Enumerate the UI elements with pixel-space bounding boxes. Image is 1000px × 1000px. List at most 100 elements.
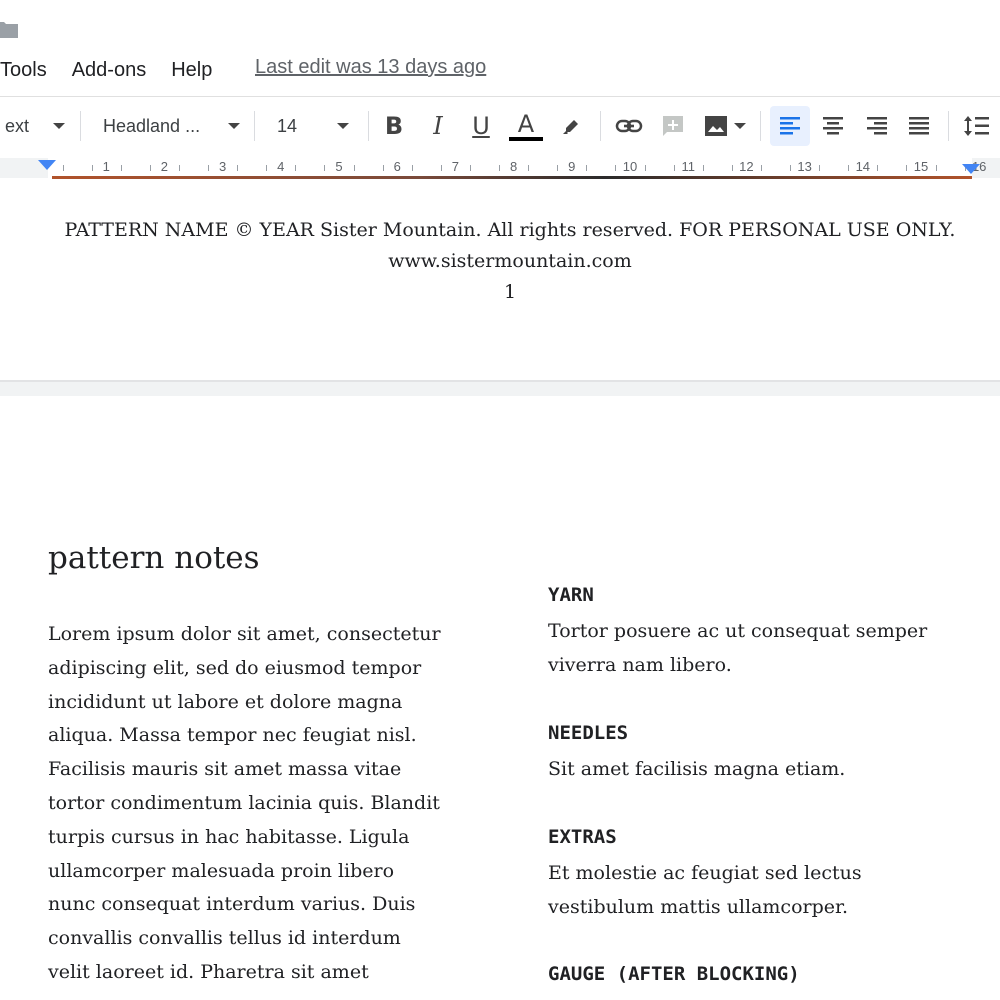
insert-image-icon [705,116,727,136]
ruler-tick [790,165,792,171]
style-select-value: ext [4,115,29,136]
menu-help[interactable]: Help [171,59,212,82]
justify-icon [909,117,929,135]
toolbar-divider [600,111,601,141]
toolbar-divider [80,111,81,141]
ruler-tick [528,165,530,171]
line-spacing-button[interactable] [960,97,994,155]
underline-button[interactable]: U [465,97,497,155]
font-size-value: 14 [277,115,298,136]
text-color-swatch [509,136,543,141]
ruler-tick [877,165,879,171]
align-left-button[interactable] [770,97,810,155]
insert-image-button[interactable] [700,97,750,155]
body-line: aliqua. Massa tempor nec feugiat nisl. [48,724,417,747]
dropdown-caret-icon [53,123,65,129]
dropdown-caret-icon [337,123,350,129]
align-right-icon [867,117,887,135]
body-line: ullamcorper malesuada proin libero [48,859,395,882]
ruler-tick [731,165,733,171]
menu-add-ons[interactable]: Add-ons [72,59,147,82]
font-select[interactable]: Headland ... [92,97,244,155]
ruler-tick [586,165,588,171]
ruler-number: 14 [855,159,871,174]
ruler-number: 15 [913,159,929,174]
ruler-tick [819,165,821,171]
justify-button[interactable] [902,97,936,155]
ruler-tick [237,165,239,171]
ruler-number: 8 [509,159,518,174]
text-color-icon: A [517,109,535,138]
ruler-number: 2 [160,159,169,174]
ruler-tick [440,165,442,171]
body-line: Facilisis mauris sit amet massa vitae [48,758,402,781]
underline-label: U [472,112,490,140]
body-line: turpis cursus in hac habitasse. Ligula [48,825,410,848]
ruler-tick [935,165,937,171]
font-size-select[interactable]: 14 [266,97,358,155]
italic-button[interactable]: I [422,97,454,155]
ruler-number: 11 [681,159,695,174]
dropdown-caret-icon [228,123,241,129]
yarn-text: viverra nam libero. [548,654,732,676]
footer-copyright: PATTERN NAME © YEAR Sister Mountain. All… [64,219,956,241]
last-edit-link[interactable]: Last edit was 13 days ago [255,56,486,79]
ruler-tick [557,165,559,171]
extras-text: Et molestie ac feugiat sed lectus [548,862,862,884]
needles-label: NEEDLES [548,722,629,744]
ruler-tick [149,165,151,171]
left-indent-marker-icon[interactable] [38,160,56,170]
add-comment-button[interactable] [658,97,688,155]
ruler-tick [615,165,617,171]
italic-label: I [433,112,443,140]
align-right-button[interactable] [860,97,894,155]
line-spacing-icon [964,116,989,136]
link-icon [615,119,643,133]
body-line: incididunt ut labore et dolore magna [48,690,403,713]
text-color-button[interactable]: A [508,97,544,155]
ruler-tick [469,165,471,171]
toolbar-divider [948,111,949,141]
body-line: adipiscing elit, sed do eiusmod tempor [48,656,422,679]
ruler-number: 6 [393,159,401,174]
menu-bar: Tools Add-ons Help [0,56,237,84]
ruler-number: 1 [102,159,110,174]
page-footer: PATTERN NAME © YEAR Sister Mountain. All… [0,182,1000,380]
ruler-tick [760,165,762,171]
ruler-tick [906,165,908,171]
bold-button[interactable]: B [378,97,410,155]
align-left-icon [780,117,800,135]
footer-website: www.sistermountain.com [388,250,632,272]
ruler-number: 7 [451,159,460,174]
ruler-tick [848,165,850,171]
folder-icon[interactable] [0,20,18,38]
ruler-number: 13 [797,159,812,174]
style-select[interactable]: ext [0,97,70,155]
gauge-label: GAUGE (AFTER BLOCKING) [548,963,800,985]
body-line: velit laoreet id. Pharetra sit amet [48,960,369,983]
section-heading: pattern notes [48,540,260,576]
ruler-number: 4 [277,159,285,174]
menu-tools[interactable]: Tools [0,59,47,82]
ruler-tick [644,165,646,171]
extras-text: vestibulum mattis ullamcorper. [548,896,849,918]
ruler-tick [178,165,180,171]
insert-link-button[interactable] [612,97,646,155]
align-center-button[interactable] [816,97,850,155]
right-indent-marker-icon[interactable] [962,164,980,174]
align-left-active-bg [770,106,810,146]
body-line: tortor condimentum lacinia quis. Blandit [48,791,440,814]
add-comment-icon [663,116,683,136]
highlight-button[interactable] [556,97,588,155]
ruler-tick [411,165,413,171]
ruler-tick [266,165,268,171]
toolbar-divider [254,111,255,141]
bold-label: B [384,112,404,140]
ruler-tick [91,165,93,171]
yarn-text: Tortor posuere ac ut consequat semper [548,620,928,642]
yarn-label: YARN [548,584,594,606]
body-text: Lorem ipsum dolor sit amet, consectetur … [48,618,488,990]
ruler-tick [62,165,64,171]
ruler-baseline [52,176,972,179]
ruler-number: 10 [622,159,638,174]
